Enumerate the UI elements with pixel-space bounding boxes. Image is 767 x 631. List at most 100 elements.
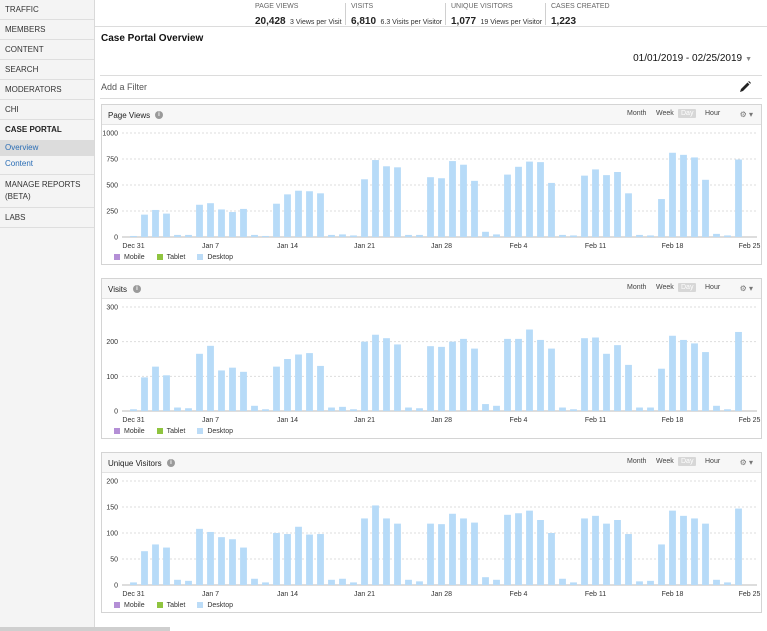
bar[interactable]: [559, 578, 566, 585]
bar[interactable]: [185, 580, 192, 585]
legend-item-mobile[interactable]: Mobile: [114, 602, 145, 609]
bar[interactable]: [680, 515, 687, 585]
bar[interactable]: [724, 235, 731, 237]
bar[interactable]: [306, 191, 313, 237]
granularity-hour-button[interactable]: Hour: [702, 283, 723, 292]
gear-icon[interactable]: ⚙ ▾: [740, 110, 753, 119]
bar[interactable]: [174, 407, 181, 411]
add-filter-input[interactable]: Add a Filter: [101, 82, 147, 92]
bar[interactable]: [295, 190, 302, 237]
bar[interactable]: [603, 523, 610, 585]
bar[interactable]: [735, 331, 742, 411]
bar[interactable]: [273, 203, 280, 237]
bar[interactable]: [427, 177, 434, 237]
legend-item-tablet[interactable]: Tablet: [156, 428, 185, 435]
bar[interactable]: [339, 578, 346, 585]
bar[interactable]: [702, 352, 709, 411]
bar[interactable]: [570, 582, 577, 585]
bar[interactable]: [526, 510, 533, 585]
bar[interactable]: [515, 166, 522, 237]
bar[interactable]: [581, 338, 588, 411]
bar[interactable]: [482, 577, 489, 585]
sidebar-item-manage-reports[interactable]: MANAGE REPORTS (BETA): [0, 175, 94, 208]
bar[interactable]: [680, 154, 687, 237]
bar[interactable]: [636, 581, 643, 585]
bar[interactable]: [482, 404, 489, 411]
bar[interactable]: [361, 341, 368, 411]
granularity-month-button[interactable]: Month: [624, 283, 649, 292]
sidebar-item-moderators[interactable]: MODERATORS: [0, 80, 94, 100]
bar[interactable]: [482, 231, 489, 237]
bar[interactable]: [647, 580, 654, 585]
bar[interactable]: [306, 353, 313, 411]
bar[interactable]: [647, 407, 654, 411]
bar[interactable]: [284, 534, 291, 585]
bar[interactable]: [449, 513, 456, 585]
bar[interactable]: [515, 338, 522, 411]
bar[interactable]: [130, 582, 137, 585]
bar[interactable]: [625, 364, 632, 411]
legend-item-tablet[interactable]: Tablet: [156, 602, 185, 609]
legend-item-tablet[interactable]: Tablet: [156, 254, 185, 261]
info-icon[interactable]: i: [133, 285, 141, 293]
bar[interactable]: [328, 407, 335, 411]
bar[interactable]: [240, 371, 247, 411]
bar[interactable]: [185, 234, 192, 237]
sidebar-item-case-portal[interactable]: CASE PORTAL: [0, 120, 94, 140]
bar[interactable]: [438, 524, 445, 585]
bar[interactable]: [372, 334, 379, 411]
bar[interactable]: [207, 345, 214, 411]
bar[interactable]: [273, 366, 280, 411]
bar[interactable]: [152, 366, 159, 411]
bar[interactable]: [328, 234, 335, 237]
bar[interactable]: [724, 409, 731, 411]
bar[interactable]: [625, 193, 632, 237]
bar[interactable]: [669, 335, 676, 411]
bar[interactable]: [163, 213, 170, 237]
bar[interactable]: [449, 341, 456, 411]
legend-item-desktop[interactable]: Desktop: [197, 602, 233, 609]
bar[interactable]: [328, 579, 335, 585]
bar[interactable]: [317, 365, 324, 411]
bar[interactable]: [636, 407, 643, 411]
bar[interactable]: [493, 234, 500, 237]
bar[interactable]: [504, 338, 511, 411]
bar[interactable]: [537, 339, 544, 411]
bar[interactable]: [163, 547, 170, 585]
bar[interactable]: [614, 520, 621, 585]
legend-item-desktop[interactable]: Desktop: [197, 254, 233, 261]
bar[interactable]: [394, 344, 401, 411]
bar[interactable]: [592, 515, 599, 585]
bar[interactable]: [570, 235, 577, 237]
bar[interactable]: [548, 182, 555, 237]
sidebar-item-members[interactable]: MEMBERS: [0, 20, 94, 40]
bar[interactable]: [581, 175, 588, 237]
bar[interactable]: [735, 159, 742, 237]
bar[interactable]: [603, 175, 610, 237]
bar[interactable]: [295, 526, 302, 585]
bar[interactable]: [427, 523, 434, 585]
bar[interactable]: [438, 346, 445, 411]
bar[interactable]: [174, 579, 181, 585]
bar[interactable]: [526, 161, 533, 237]
bar[interactable]: [240, 547, 247, 585]
bar[interactable]: [548, 533, 555, 585]
bar[interactable]: [526, 329, 533, 411]
bar[interactable]: [658, 199, 665, 237]
bar[interactable]: [460, 518, 467, 585]
bar[interactable]: [229, 539, 236, 585]
granularity-week-button[interactable]: Week: [653, 457, 677, 466]
granularity-hour-button[interactable]: Hour: [702, 109, 723, 118]
gear-icon[interactable]: ⚙ ▾: [740, 284, 753, 293]
bar[interactable]: [262, 409, 269, 411]
legend-item-desktop[interactable]: Desktop: [197, 428, 233, 435]
bar[interactable]: [713, 405, 720, 411]
bar[interactable]: [592, 169, 599, 237]
bar[interactable]: [350, 582, 357, 585]
sidebar-item-labs[interactable]: LABS: [0, 208, 94, 228]
bar[interactable]: [218, 209, 225, 237]
bar[interactable]: [152, 544, 159, 585]
bar[interactable]: [669, 510, 676, 585]
sidebar-item-search[interactable]: SEARCH: [0, 60, 94, 80]
sidebar-subitem-content[interactable]: Content: [0, 156, 94, 175]
